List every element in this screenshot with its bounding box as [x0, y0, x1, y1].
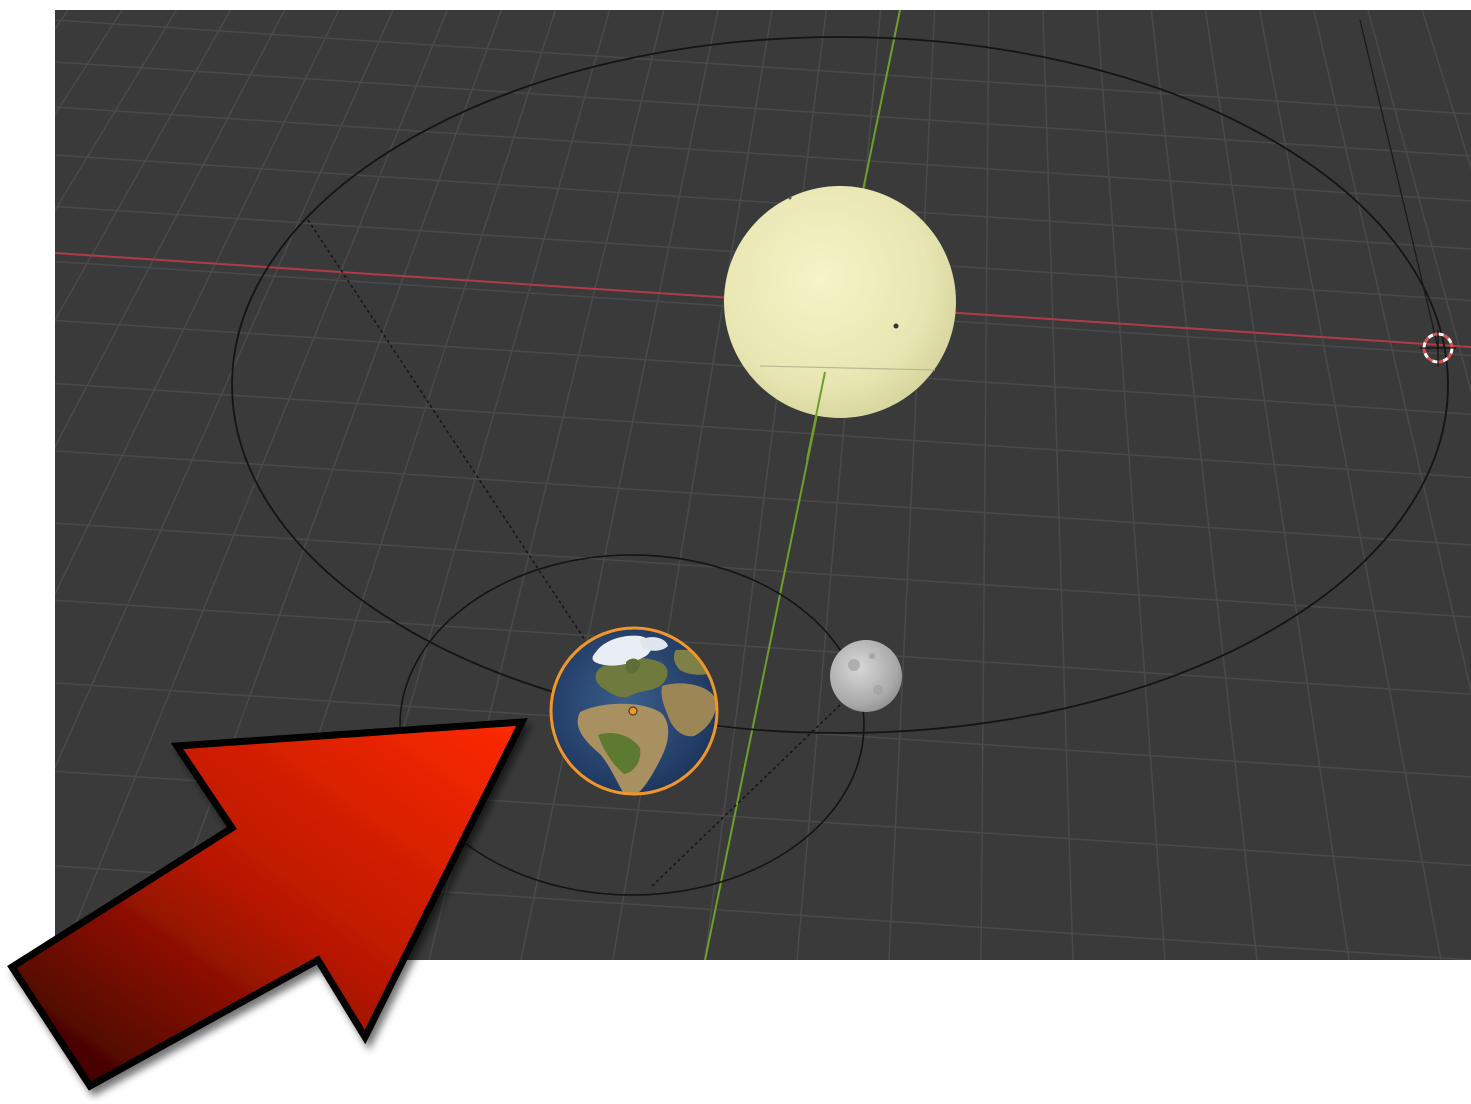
blender-3d-viewport[interactable] [0, 0, 1471, 1104]
sun-speck [788, 196, 792, 200]
moon-crater [869, 653, 875, 659]
sun-origin-dot [893, 323, 899, 329]
moon-crater [848, 659, 860, 671]
sun-sphere-icon[interactable] [724, 186, 956, 418]
moon-crater [873, 685, 883, 695]
moon-object[interactable] [830, 640, 902, 712]
moon-sphere-icon[interactable] [830, 640, 902, 712]
earth-origin-dot [628, 706, 638, 716]
